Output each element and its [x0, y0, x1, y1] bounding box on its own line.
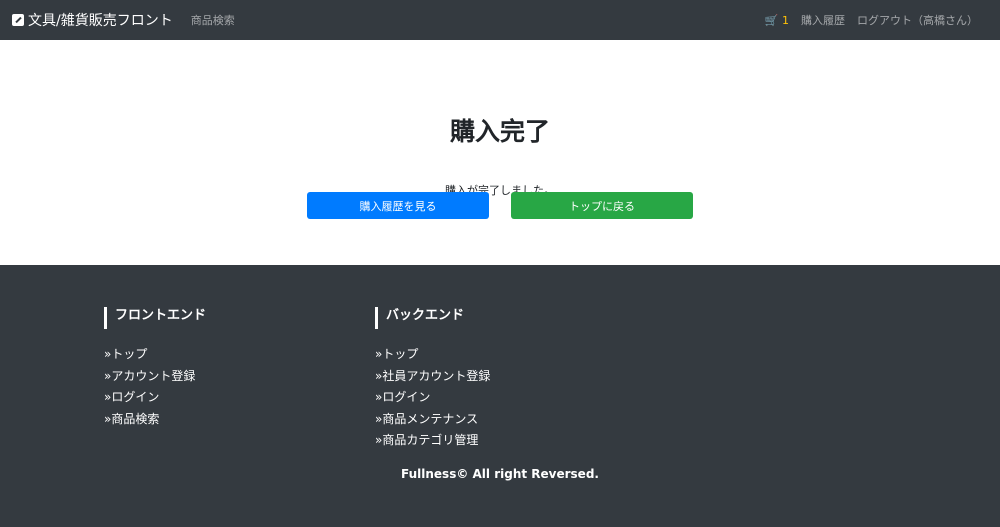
footer-link[interactable]: »アカウント登録 — [104, 367, 206, 389]
view-history-button[interactable]: 購入履歴を見る — [307, 192, 489, 219]
page-title: 購入完了 — [449, 117, 550, 146]
cart-icon: 🛒 — [764, 13, 779, 27]
copyright: Fullness© All right Reversed. — [401, 467, 599, 481]
footer-link[interactable]: »ログイン — [104, 388, 206, 410]
footer-link[interactable]: »トップ — [375, 345, 490, 367]
completion-message: 購入が完了しました。 — [445, 184, 555, 197]
history-link[interactable]: 購入履歴 — [801, 12, 845, 28]
footer-link[interactable]: »トップ — [104, 345, 206, 367]
back-to-top-button[interactable]: トップに戻る — [511, 192, 693, 219]
logout-link[interactable]: ログアウト（高橋さん） — [857, 12, 978, 28]
cart-link[interactable]: 🛒 1 — [765, 14, 789, 27]
footer-link[interactable]: »商品カテゴリ管理 — [375, 431, 490, 453]
footer-back-column: バックエンド »トップ »社員アカウント登録 »ログイン »商品メンテナンス »… — [375, 307, 490, 453]
navbar: 文具/雑貨販売フロント 商品検索 🛒 1 購入履歴 ログアウト（高橋さん） — [0, 0, 1000, 40]
brand-label: 文具/雑貨販売フロント — [28, 13, 173, 29]
footer-front-title: フロントエンド — [104, 307, 206, 329]
main-content: 購入完了 購入が完了しました。 購入履歴を見る トップに戻る — [0, 40, 1000, 265]
footer-back-title: バックエンド — [375, 307, 490, 329]
brand-link[interactable]: 文具/雑貨販売フロント — [12, 10, 173, 30]
footer-link[interactable]: »社員アカウント登録 — [375, 367, 490, 389]
footer-link[interactable]: »商品検索 — [104, 410, 206, 432]
nav-search-link[interactable]: 商品検索 — [191, 12, 235, 28]
footer-front-column: フロントエンド »トップ »アカウント登録 »ログイン »商品検索 — [104, 307, 206, 431]
pencil-icon — [12, 14, 24, 26]
cart-count: 1 — [782, 13, 789, 27]
footer: フロントエンド »トップ »アカウント登録 »ログイン »商品検索 バックエンド… — [0, 265, 1000, 527]
footer-link[interactable]: »商品メンテナンス — [375, 410, 490, 432]
footer-link[interactable]: »ログイン — [375, 388, 490, 410]
